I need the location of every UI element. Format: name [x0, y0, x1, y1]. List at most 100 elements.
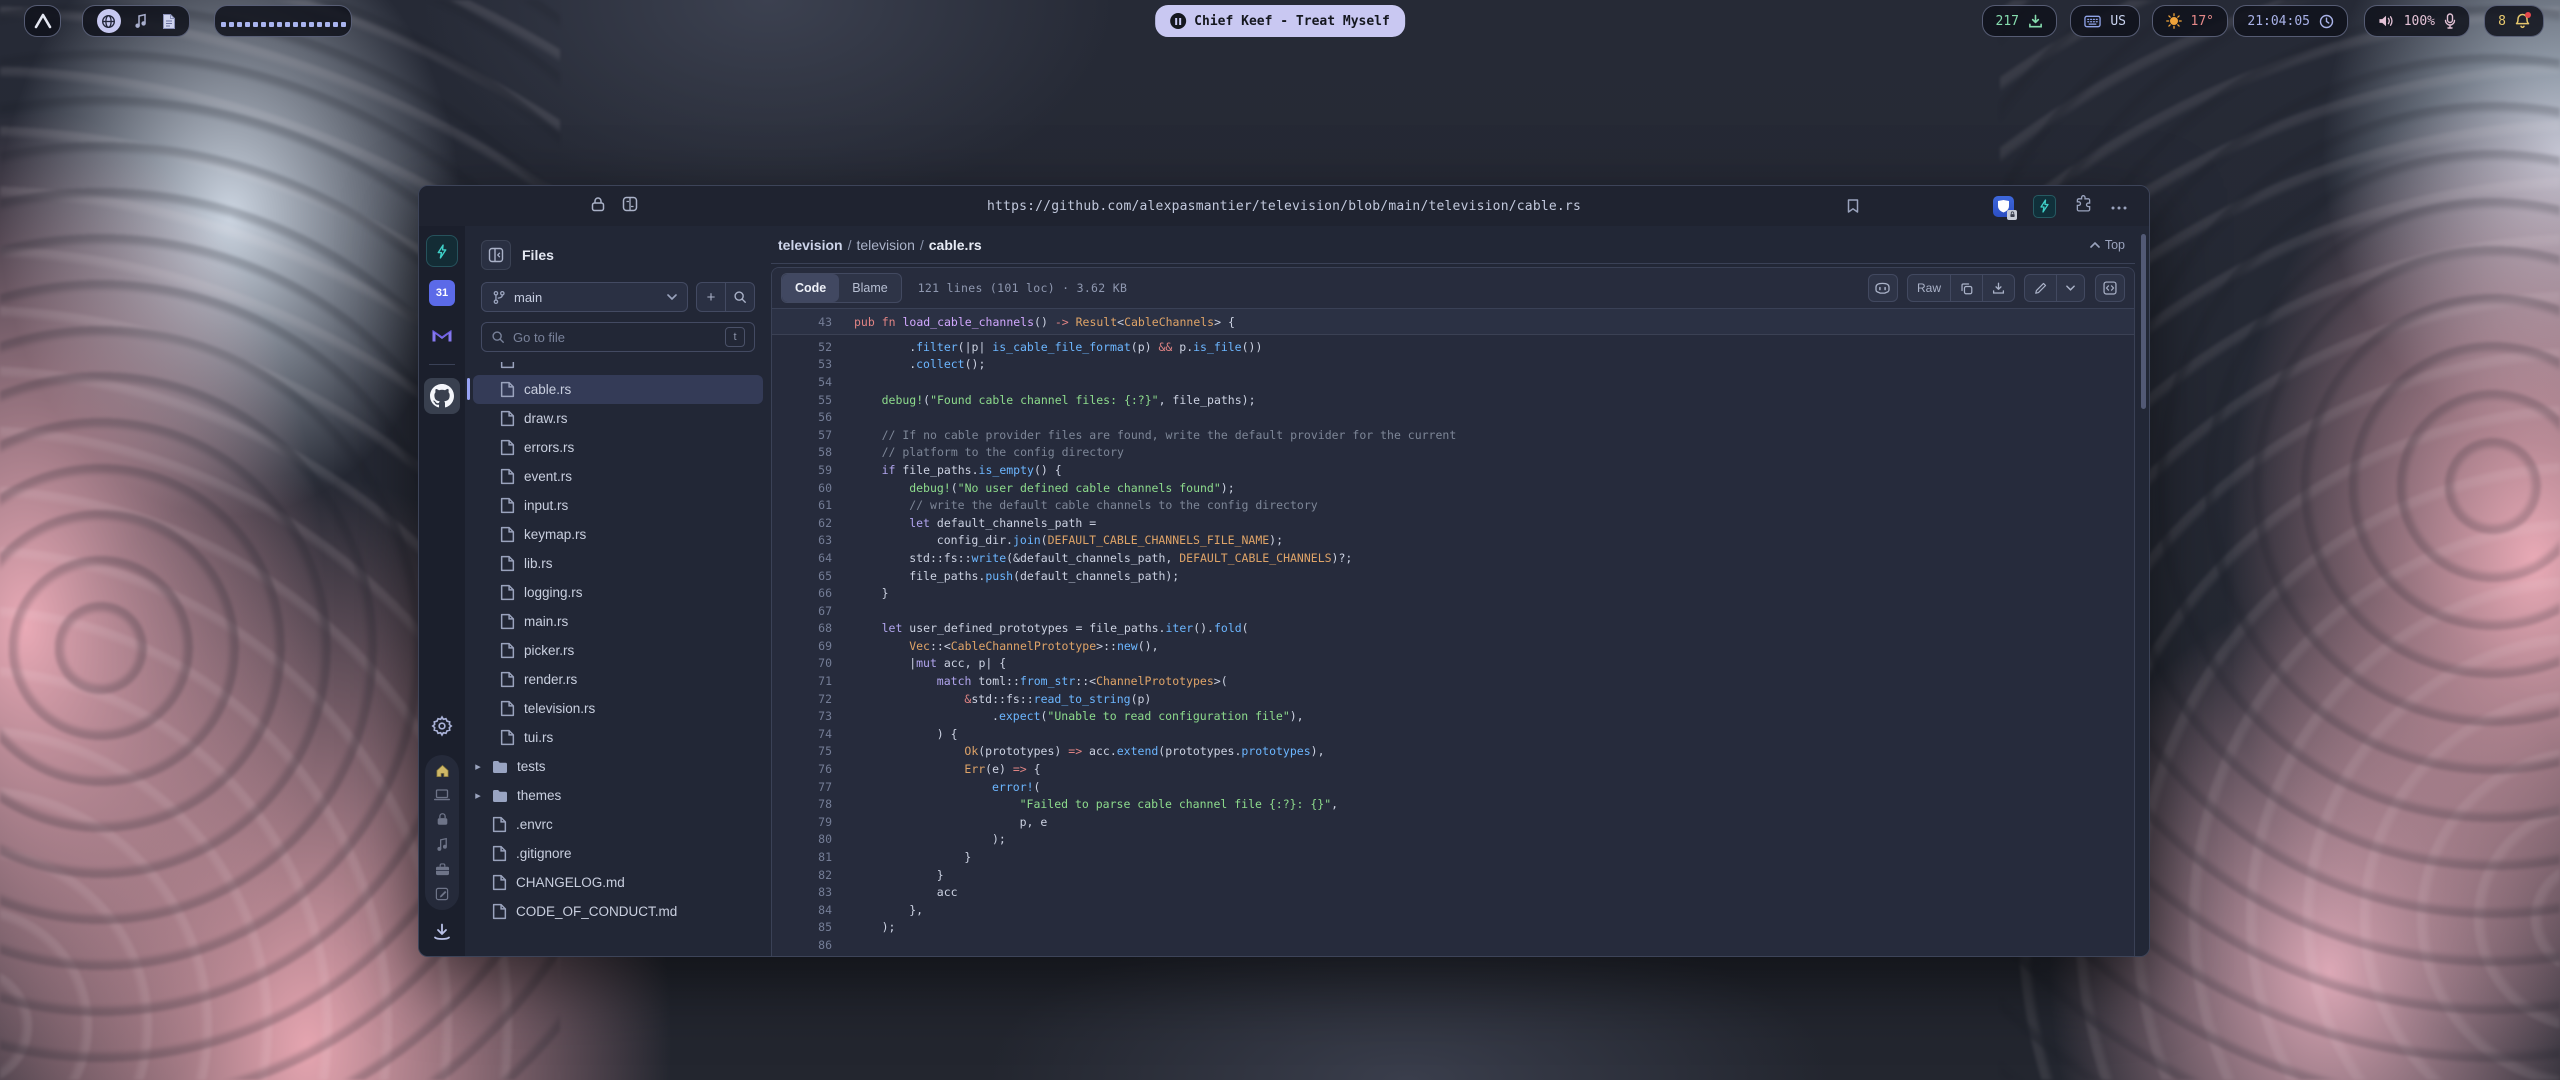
tab-code[interactable]: Code — [782, 274, 839, 302]
back-to-top-link[interactable]: Top — [2090, 238, 2125, 252]
code-line-75[interactable]: 75Ok(prototypes) => acc.extend(prototype… — [772, 743, 2134, 761]
tree-row-.envrc[interactable]: .envrc — [473, 810, 763, 839]
tree-row-tests[interactable]: ▸tests — [473, 752, 763, 781]
line-number[interactable]: 80 — [772, 832, 854, 846]
code-line-82[interactable]: 82} — [772, 866, 2134, 884]
code-line-73[interactable]: 73.expect("Unable to read configuration … — [772, 707, 2134, 725]
page-scrollbar-thumb[interactable] — [2141, 234, 2146, 409]
line-number[interactable]: 68 — [772, 621, 854, 635]
code-line-83[interactable]: 83acc — [772, 883, 2134, 901]
code-line-54[interactable]: 54 — [772, 373, 2134, 391]
tree-row-event.rs[interactable]: event.rs — [473, 462, 763, 491]
notifications-widget[interactable]: 8 — [2484, 5, 2544, 37]
tree-row-tui.rs[interactable]: tui.rs — [473, 723, 763, 752]
pinned-tab-lightning[interactable] — [426, 235, 458, 267]
browser-app-button[interactable] — [97, 9, 121, 33]
code-line-84[interactable]: 84}, — [772, 901, 2134, 919]
code-line-71[interactable]: 71match toml::from_str::<ChannelPrototyp… — [772, 672, 2134, 690]
line-number[interactable]: 78 — [772, 797, 854, 811]
code-line-56[interactable]: 56 — [772, 408, 2134, 426]
browser-urlbar[interactable]: https://github.com/alexpasmantier/televi… — [419, 186, 2149, 226]
copilot-button[interactable] — [1868, 274, 1898, 302]
line-number[interactable]: 66 — [772, 586, 854, 600]
code-line-65[interactable]: 65file_paths.push(default_channels_path)… — [772, 567, 2134, 585]
tree-row-input.rs[interactable]: input.rs — [473, 491, 763, 520]
line-number[interactable]: 59 — [772, 463, 854, 477]
code-line-52[interactable]: 52.filter(|p| is_cable_file_format(p) &&… — [772, 338, 2134, 356]
tree-row-render.rs[interactable]: render.rs — [473, 665, 763, 694]
collapse-sidebar-button[interactable] — [481, 240, 511, 270]
code-line-86[interactable]: 86 — [772, 936, 2134, 954]
tree-row-picker.rs[interactable]: picker.rs — [473, 636, 763, 665]
pinned-tab-calendar[interactable]: 31 — [429, 280, 455, 306]
extensions-puzzle-icon[interactable] — [2075, 195, 2092, 217]
tab-blame[interactable]: Blame — [839, 274, 900, 302]
line-number[interactable]: 73 — [772, 709, 854, 723]
line-number[interactable]: 77 — [772, 780, 854, 794]
search-files-button[interactable] — [726, 283, 754, 311]
symbols-panel-button[interactable] — [2095, 274, 2125, 302]
line-number[interactable]: 83 — [772, 885, 854, 899]
tree-row-themes[interactable]: ▸themes — [473, 781, 763, 810]
code-lines[interactable]: 52.filter(|p| is_cable_file_format(p) &&… — [772, 335, 2134, 956]
goto-file-input[interactable]: Go to file t — [481, 322, 755, 352]
workspace-home-icon[interactable] — [435, 764, 450, 778]
code-line-76[interactable]: 76Err(e) => { — [772, 760, 2134, 778]
line-number[interactable]: 55 — [772, 393, 854, 407]
code-line-72[interactable]: 72&std::fs::read_to_string(p) — [772, 690, 2134, 708]
music-app-button[interactable] — [134, 13, 148, 29]
code-line-66[interactable]: 66} — [772, 584, 2134, 602]
line-number[interactable]: 79 — [772, 815, 854, 829]
workspace-music-icon[interactable] — [436, 837, 449, 852]
code-line-61[interactable]: 61// write the default cable channels to… — [772, 496, 2134, 514]
line-number[interactable]: 72 — [772, 692, 854, 706]
code-line-85[interactable]: 85); — [772, 919, 2134, 937]
new-file-button[interactable]: + — [697, 283, 725, 311]
code-line-80[interactable]: 80); — [772, 831, 2134, 849]
tree-row-errors.rs[interactable]: errors.rs — [473, 433, 763, 462]
pinned-tab-mail[interactable] — [426, 319, 458, 351]
weather-widget[interactable]: 17° — [2152, 5, 2228, 37]
line-number[interactable]: 58 — [772, 445, 854, 459]
line-number[interactable]: 54 — [772, 375, 854, 389]
code-line-77[interactable]: 77error!( — [772, 778, 2134, 796]
edit-file-button[interactable] — [2025, 275, 2056, 301]
branch-selector[interactable]: main — [481, 282, 688, 312]
line-number[interactable]: 74 — [772, 727, 854, 741]
active-tab-github[interactable] — [424, 378, 460, 414]
copy-raw-button[interactable] — [1951, 275, 1982, 301]
line-number[interactable]: 75 — [772, 744, 854, 758]
line-number[interactable]: 63 — [772, 533, 854, 547]
line-number[interactable]: 60 — [772, 481, 854, 495]
line-number[interactable]: 53 — [772, 357, 854, 371]
tree-row-partial[interactable] — [473, 362, 763, 375]
line-number[interactable]: 67 — [772, 604, 854, 618]
line-number[interactable]: 70 — [772, 656, 854, 670]
workspace-notes-icon[interactable] — [435, 887, 449, 901]
line-number[interactable]: 82 — [772, 868, 854, 882]
code-line-60[interactable]: 60debug!("No user defined cable channels… — [772, 479, 2134, 497]
tree-row-logging.rs[interactable]: logging.rs — [473, 578, 763, 607]
code-line-74[interactable]: 74) { — [772, 725, 2134, 743]
url-text[interactable]: https://github.com/alexpasmantier/televi… — [419, 186, 2149, 226]
app-launcher-button[interactable] — [24, 5, 61, 37]
workspace-lock-icon[interactable] — [436, 812, 449, 826]
code-line-58[interactable]: 58// platform to the config directory — [772, 444, 2134, 462]
download-raw-button[interactable] — [1983, 275, 2014, 301]
keyboard-layout-widget[interactable]: US — [2070, 5, 2140, 37]
bookmark-icon[interactable] — [1845, 186, 1861, 226]
audio-widget[interactable]: 100% — [2364, 5, 2470, 37]
code-line-68[interactable]: 68let user_defined_prototypes = file_pat… — [772, 620, 2134, 638]
breadcrumb-dir-link[interactable]: television — [856, 237, 914, 253]
line-number[interactable]: 71 — [772, 674, 854, 688]
line-number[interactable]: 85 — [772, 920, 854, 934]
line-number[interactable]: 56 — [772, 410, 854, 424]
sticky-code-line-43[interactable]: 43pub fn load_cable_channels() -> Result… — [772, 313, 1235, 331]
tree-row-keymap.rs[interactable]: keymap.rs — [473, 520, 763, 549]
code-line-63[interactable]: 63config_dir.join(DEFAULT_CABLE_CHANNELS… — [772, 532, 2134, 550]
now-playing-widget[interactable]: Chief Keef - Treat Myself — [1155, 5, 1405, 37]
line-number[interactable]: 86 — [772, 938, 854, 952]
notes-app-button[interactable] — [162, 13, 176, 30]
tree-row-draw.rs[interactable]: draw.rs — [473, 404, 763, 433]
code-line-53[interactable]: 53.collect(); — [772, 356, 2134, 374]
